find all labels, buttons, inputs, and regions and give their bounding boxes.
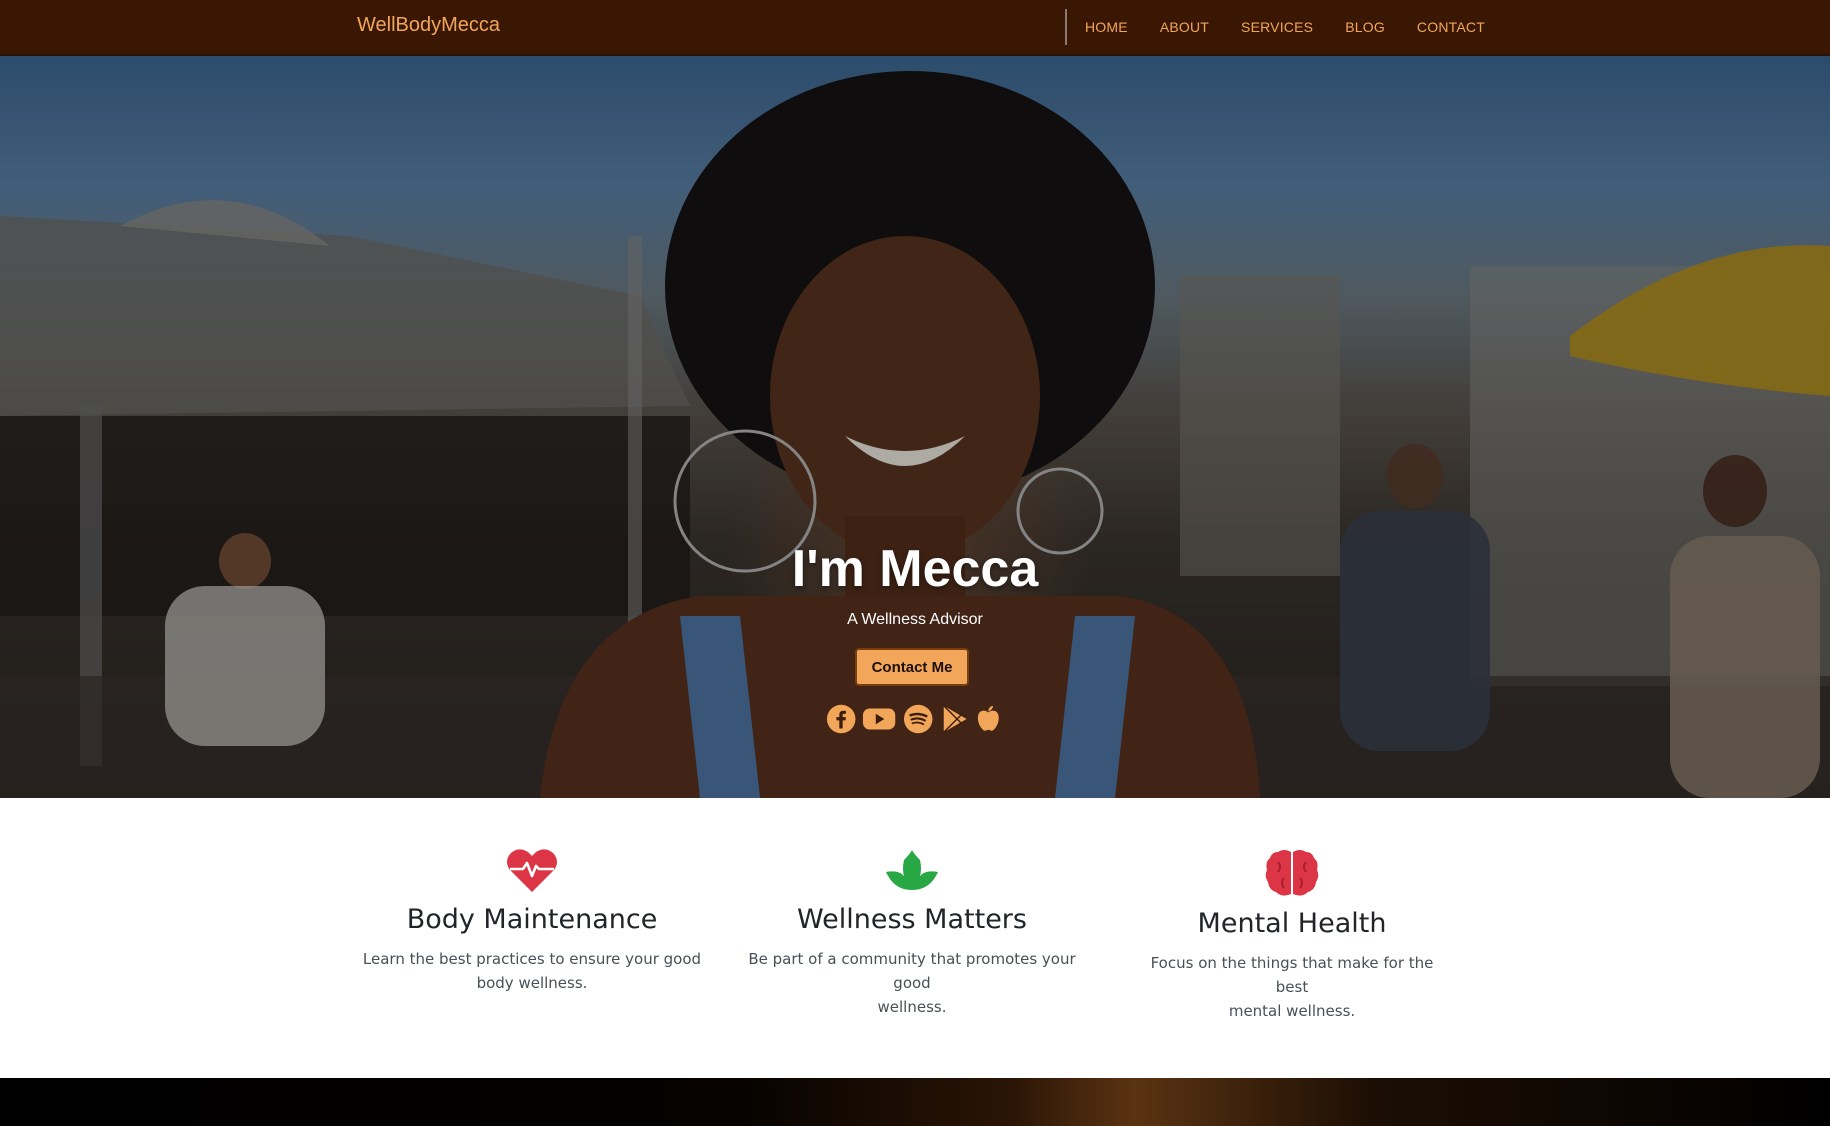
feature-body-maintenance: Body Maintenance Learn the best practice… bbox=[362, 848, 702, 995]
brain-icon bbox=[1265, 850, 1319, 896]
apple-icon[interactable] bbox=[975, 703, 1002, 735]
heart-pulse-icon bbox=[507, 849, 557, 892]
hero-overlay bbox=[0, 56, 1830, 798]
contact-me-button[interactable]: Contact Me bbox=[855, 648, 969, 686]
social-icons-row bbox=[826, 702, 1002, 736]
nav-contact-link[interactable]: CONTACT bbox=[1417, 19, 1485, 35]
nav-services-link[interactable]: SERVICES bbox=[1241, 19, 1313, 35]
hero-subtitle: A Wellness Advisor bbox=[847, 611, 983, 628]
google-play-icon[interactable] bbox=[939, 703, 969, 735]
nav-home-link[interactable]: HOME bbox=[1085, 19, 1128, 35]
feature-title: Mental Health bbox=[1197, 908, 1387, 939]
navbar: WellBodyMecca HOME ABOUT SERVICES BLOG C… bbox=[0, 0, 1830, 56]
facebook-icon[interactable] bbox=[826, 703, 856, 735]
feature-title: Wellness Matters bbox=[797, 904, 1027, 935]
leaf-icon bbox=[886, 850, 938, 890]
hero-title: I'm Mecca bbox=[791, 540, 1039, 598]
nav-about-link[interactable]: ABOUT bbox=[1160, 19, 1209, 35]
nav-blog-link[interactable]: BLOG bbox=[1345, 19, 1385, 35]
feature-title: Body Maintenance bbox=[406, 904, 658, 935]
feature-description: Be part of a community that promotes you… bbox=[748, 950, 1076, 1016]
spotify-icon[interactable] bbox=[903, 703, 933, 735]
nav-links: HOME ABOUT SERVICES BLOG CONTACT bbox=[1085, 0, 1517, 54]
hero-section: I'm Mecca A Wellness Advisor Contact Me bbox=[0, 56, 1830, 798]
nav-divider bbox=[1065, 9, 1067, 45]
feature-description: Focus on the things that make for the be… bbox=[1150, 954, 1434, 1020]
feature-wellness-matters: Wellness Matters Be part of a community … bbox=[732, 848, 1092, 1019]
brand-logo-link[interactable]: WellBodyMecca bbox=[357, 14, 500, 37]
footer-image-strip bbox=[0, 1078, 1830, 1126]
features-section: Body Maintenance Learn the best practice… bbox=[0, 798, 1830, 1078]
feature-description: Learn the best practices to ensure your … bbox=[362, 950, 702, 992]
youtube-icon[interactable] bbox=[862, 703, 896, 735]
feature-mental-health: Mental Health Focus on the things that m… bbox=[1132, 848, 1452, 1023]
